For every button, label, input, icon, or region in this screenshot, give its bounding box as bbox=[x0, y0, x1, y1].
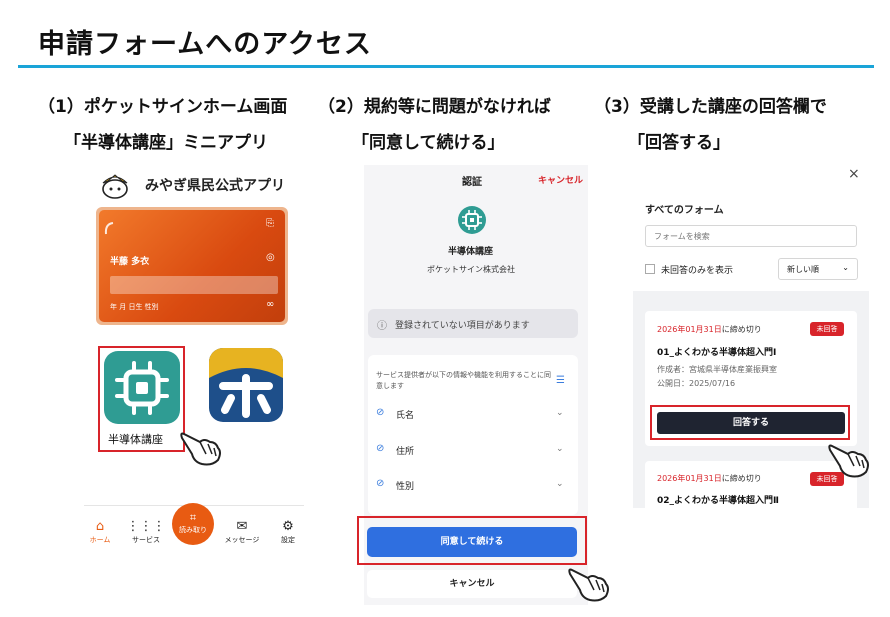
nav-home-label: ホーム bbox=[89, 536, 111, 544]
cancel-button[interactable]: キャンセル bbox=[367, 570, 577, 598]
provider-company: ポケットサイン株式会社 bbox=[427, 265, 515, 274]
step1-heading-line1: （1）ポケットサインホーム画面 bbox=[38, 97, 288, 117]
pointing-hand-icon bbox=[180, 432, 221, 466]
chevron-down-icon: ⌄ bbox=[556, 408, 564, 418]
unanswered-only-label: 未回答のみを表示 bbox=[661, 266, 734, 276]
consent-text: サービス提供者が以下の情報や機能を利用することに同意します bbox=[376, 371, 551, 390]
card-logo-icon bbox=[104, 222, 114, 235]
form-search-input[interactable] bbox=[645, 225, 857, 247]
form-published-date: 公開日：2025/07/16 bbox=[657, 379, 736, 388]
form-deadline: 2026年01月31日に締め切り bbox=[657, 473, 762, 484]
deadline-date: 2026年01月31日 bbox=[657, 474, 722, 483]
consent-item-label: 氏名 bbox=[396, 411, 415, 421]
check-circle-icon: ⊘ bbox=[376, 443, 385, 454]
page-title: 申請フォームへのアクセス bbox=[38, 29, 372, 60]
step2-heading-line1: （2）規約等に問題がなければ bbox=[318, 97, 551, 117]
card-holder-name: 半藤 多衣 bbox=[110, 257, 150, 267]
eye-off-icon[interactable]: ◎ bbox=[266, 252, 275, 263]
deadline-suffix: に締め切り bbox=[721, 325, 762, 334]
forms-title: すべてのフォーム bbox=[645, 205, 724, 216]
step1-heading-line2: 「半導体講座」ミニアプリ bbox=[64, 133, 268, 153]
filter-icon[interactable]: ☰ bbox=[556, 375, 565, 386]
nav-settings-label: 設定 bbox=[281, 536, 295, 544]
step3-heading-line2: 「回答する」 bbox=[628, 133, 730, 153]
nav-home[interactable]: ⌂ ホーム bbox=[80, 519, 120, 545]
agree-continue-button[interactable]: 同意して続ける bbox=[367, 527, 577, 557]
card-birthdate-label: 年 月 日生 性別 bbox=[110, 303, 159, 311]
chevron-down-icon: ⌄ bbox=[556, 444, 564, 454]
help-circle-icon: ⓘ bbox=[377, 321, 387, 332]
mail-icon: ✉ bbox=[236, 519, 248, 534]
form-author: 作成者：宮城県半導体産業振興室 bbox=[657, 365, 777, 374]
grid-icon: ⋮⋮⋮ bbox=[126, 519, 166, 534]
check-circle-icon: ⊘ bbox=[376, 478, 385, 489]
answer-button[interactable]: 回答する bbox=[657, 412, 845, 434]
nav-service[interactable]: ⋮⋮⋮ サービス bbox=[126, 519, 166, 545]
card-masked-field bbox=[110, 276, 278, 294]
pointing-hand-icon bbox=[568, 568, 609, 602]
miyapo-logo-icon bbox=[209, 348, 283, 418]
sort-value: 新しい順 bbox=[787, 265, 819, 274]
sort-select[interactable]: 新しい順 ⌄ bbox=[778, 258, 858, 280]
status-badge: 未回答 bbox=[810, 322, 844, 336]
header-cancel-link[interactable]: キャンセル bbox=[538, 173, 583, 186]
chip-icon bbox=[462, 210, 482, 230]
warning-text: 登録されていない項目があります bbox=[395, 321, 530, 331]
scan-label: 読み取り bbox=[179, 526, 207, 534]
home-icon: ⌂ bbox=[95, 519, 105, 534]
miyapo-app-icon[interactable] bbox=[209, 348, 283, 422]
mini-app-label: 半導体講座 bbox=[108, 433, 163, 446]
card-detail-icon[interactable]: ⎘ bbox=[266, 218, 274, 229]
title-divider bbox=[18, 65, 874, 68]
form-name: 02_よくわかる半導体超入門Ⅱ bbox=[657, 496, 779, 506]
unanswered-only-checkbox[interactable] bbox=[645, 264, 655, 274]
consent-item-label: 住所 bbox=[396, 447, 415, 457]
pointing-hand-icon bbox=[828, 444, 869, 478]
deadline-date: 2026年01月31日 bbox=[657, 325, 722, 334]
chevron-down-icon: ⌄ bbox=[556, 479, 564, 489]
app-title: みやぎ県民公式アプリ bbox=[145, 178, 285, 194]
step2-heading-line2: 「同意して続ける」 bbox=[352, 133, 505, 153]
deadline-suffix: に締め切り bbox=[721, 474, 762, 483]
check-circle-icon: ⊘ bbox=[376, 407, 385, 418]
mascot-logo-icon bbox=[102, 174, 128, 199]
auth-title: 認証 bbox=[462, 177, 482, 188]
nav-settings[interactable]: ⚙ 設定 bbox=[268, 519, 308, 545]
close-icon[interactable]: × bbox=[848, 166, 860, 182]
chevron-down-icon: ⌄ bbox=[842, 263, 849, 272]
nav-message[interactable]: ✉ メッセージ bbox=[222, 519, 262, 545]
nav-message-label: メッセージ bbox=[224, 536, 260, 544]
consent-item-label: 性別 bbox=[396, 482, 415, 492]
form-name: 01_よくわかる半導体超入門Ⅰ bbox=[657, 348, 777, 358]
nav-service-label: サービス bbox=[132, 536, 160, 544]
link-icon[interactable]: ∞ bbox=[266, 299, 274, 310]
step3-heading-line1: （3）受講した講座の回答欄で bbox=[594, 97, 827, 117]
settings-icon: ⚙ bbox=[282, 519, 294, 534]
service-name: 半導体講座 bbox=[448, 247, 494, 257]
form-deadline: 2026年01月31日に締め切り bbox=[657, 324, 762, 335]
service-icon bbox=[458, 206, 486, 234]
qr-scan-icon: ⌗ bbox=[189, 511, 197, 524]
scan-button[interactable]: ⌗ 読み取り bbox=[172, 503, 214, 545]
